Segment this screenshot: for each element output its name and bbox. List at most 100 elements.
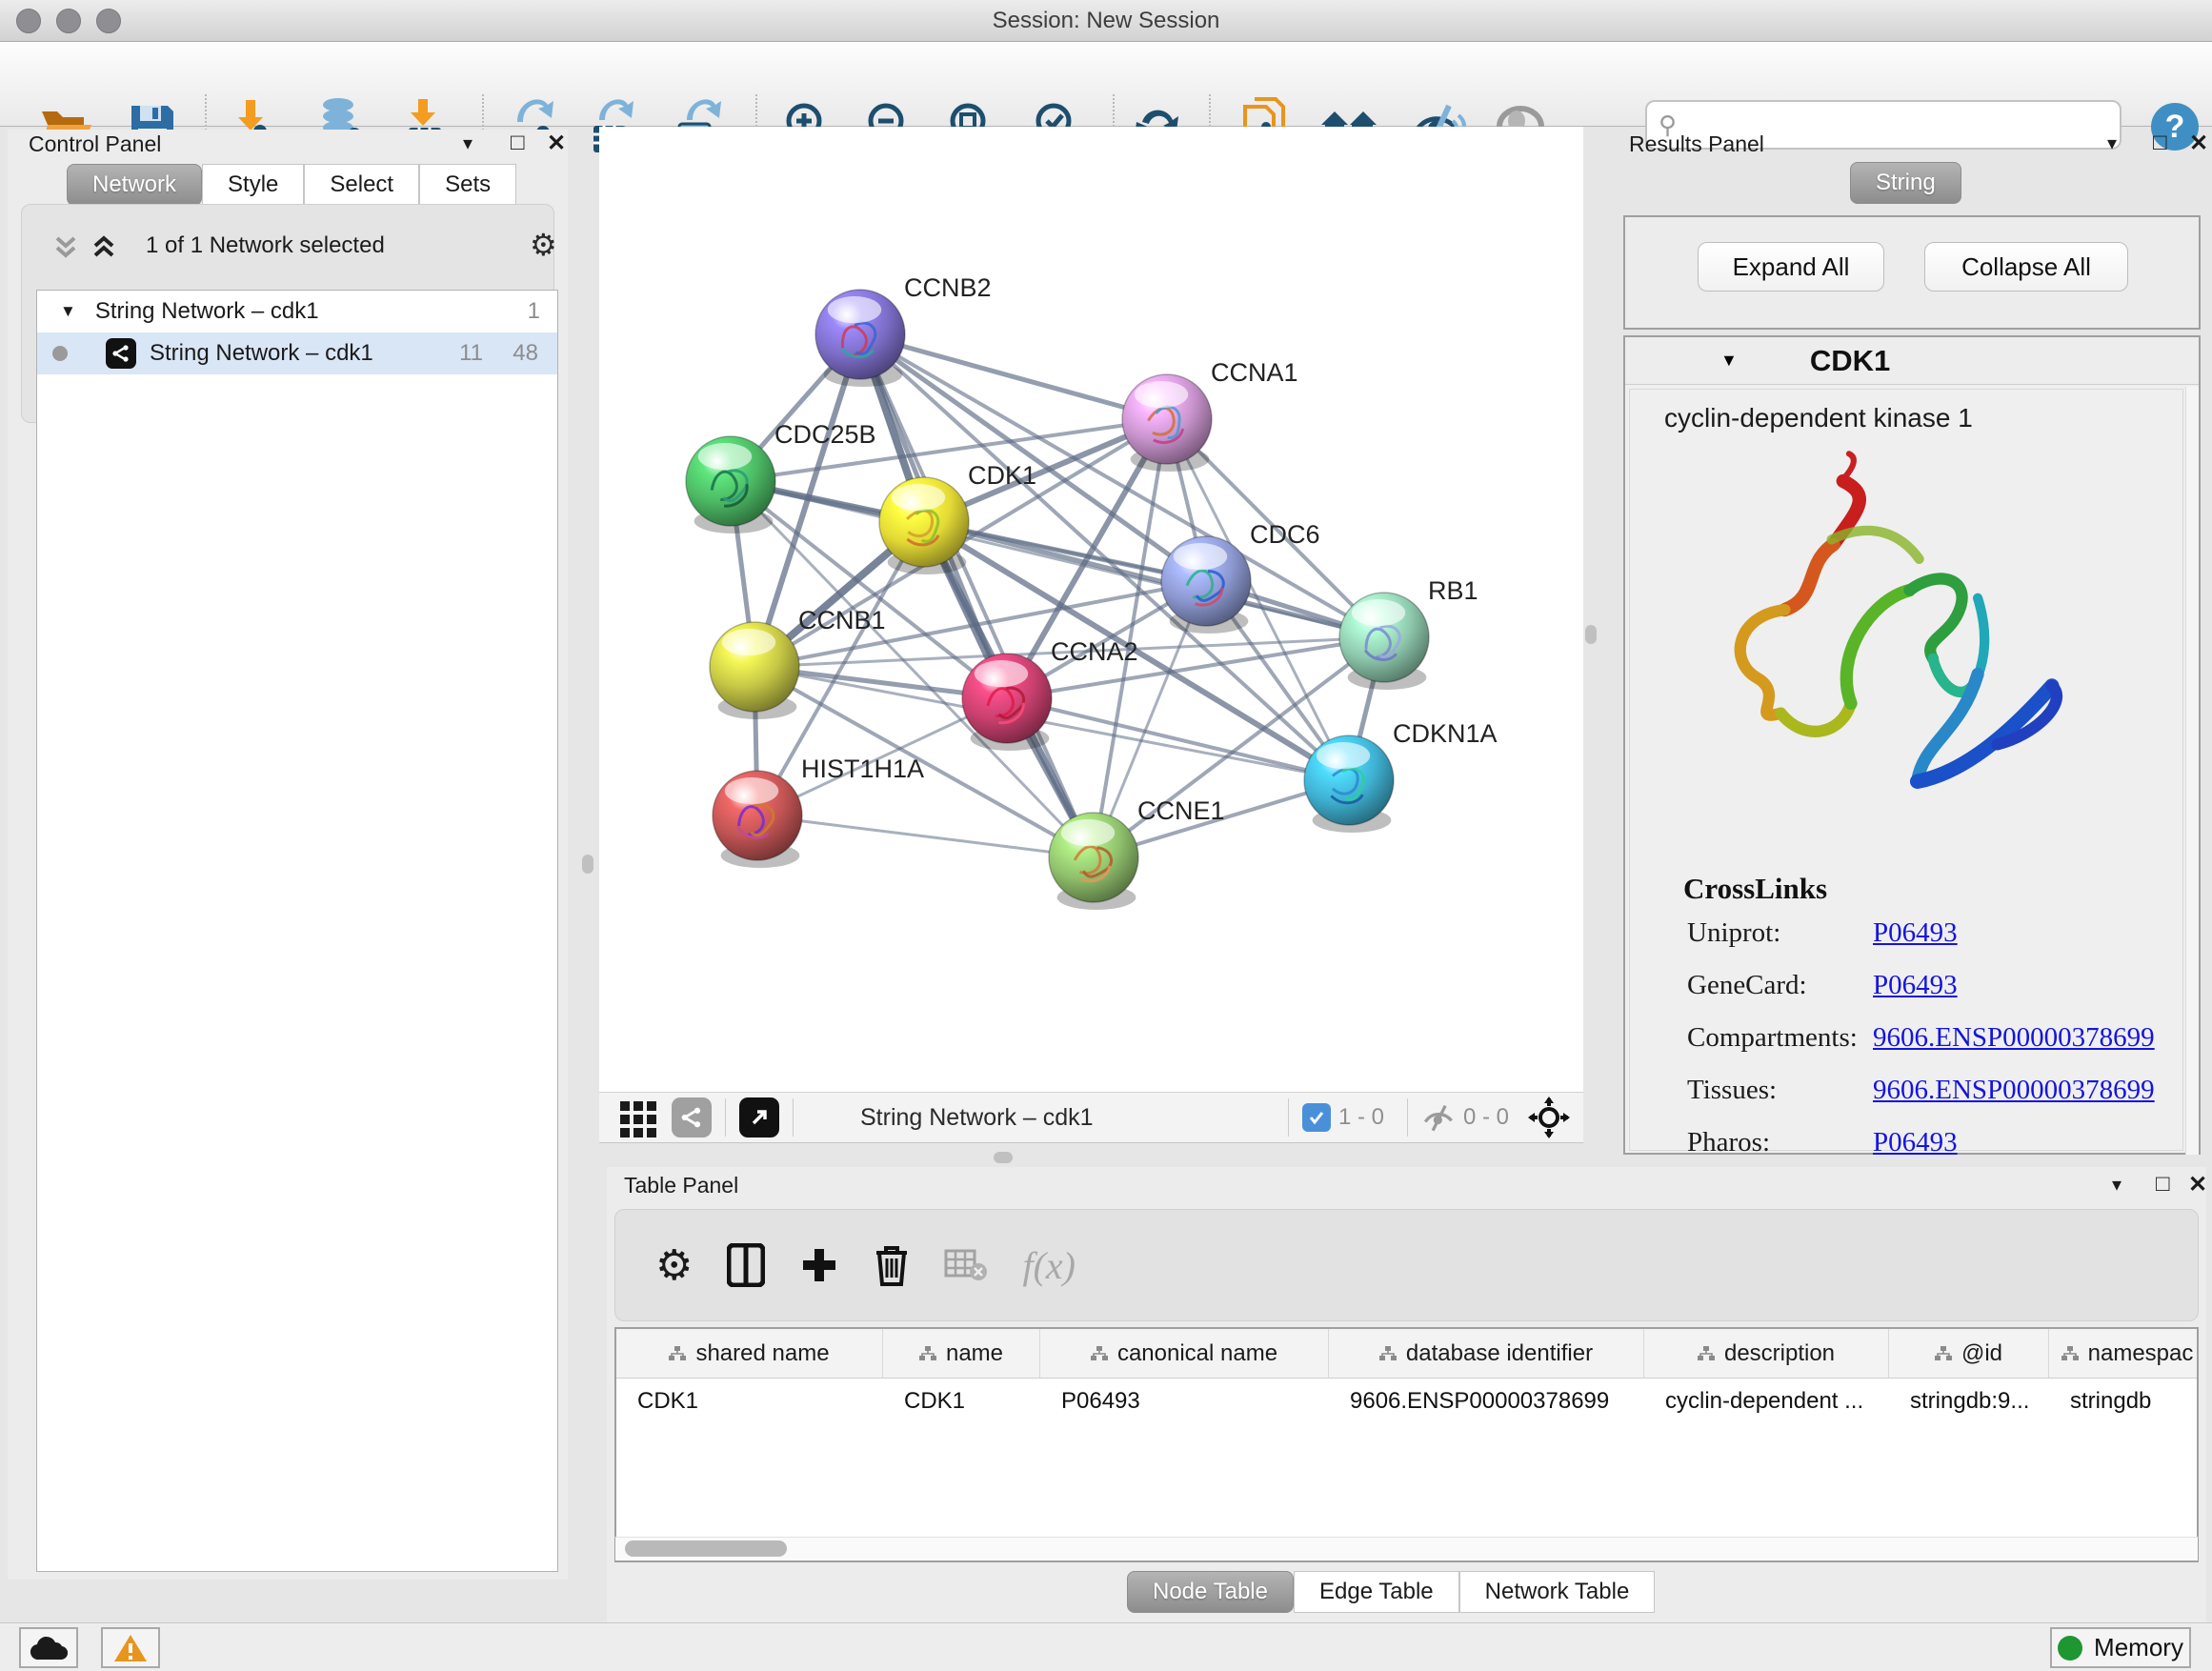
table-horizontal-scrollbar[interactable]	[614, 1537, 2199, 1561]
hidden-eye-icon[interactable]	[1421, 1103, 1456, 1132]
gene-description: cyclin-dependent kinase 1	[1630, 390, 2182, 433]
cloud-button[interactable]	[19, 1627, 78, 1668]
open-in-window-icon[interactable]	[739, 1097, 779, 1137]
collapse-panel-icon[interactable]: ▾	[2107, 131, 2117, 155]
table-cell[interactable]: stringdb:9...	[1889, 1379, 2049, 1424]
collapse-all-tree-icon[interactable]	[90, 232, 118, 261]
toolbar-separator	[725, 1098, 726, 1137]
node-label: CCNB1	[798, 606, 886, 634]
results-content-box: ▼ CDK1 cyclin-dependent kinase 1	[1623, 335, 2201, 1155]
table-row[interactable]: CDK1CDK1P064939606.ENSP00000378699cyclin…	[616, 1379, 2197, 1424]
delete-column-trash-icon[interactable]	[874, 1243, 910, 1287]
column-header-database-identifier[interactable]: database identifier	[1329, 1329, 1644, 1378]
tab-select[interactable]: Select	[304, 164, 419, 206]
network-node-CCNB2[interactable]: CCNB2	[815, 273, 992, 387]
title-bar: Session: New Session	[0, 0, 2212, 42]
column-header-namespac[interactable]: namespac	[2049, 1329, 2199, 1378]
tab-network[interactable]: Network	[67, 164, 202, 206]
show-columns-icon[interactable]	[727, 1243, 765, 1287]
network-collection-label: String Network – cdk1	[95, 298, 319, 325]
table-cell[interactable]: P06493	[1040, 1379, 1329, 1424]
tab-sets[interactable]: Sets	[419, 164, 516, 206]
network-node-HIST1H1A[interactable]: HIST1H1A	[713, 755, 924, 868]
close-panel-icon[interactable]: ✕	[2188, 1171, 2207, 1198]
warning-icon	[113, 1633, 148, 1663]
network-row[interactable]: String Network – cdk1 11 48	[37, 332, 557, 374]
tab-style[interactable]: Style	[202, 164, 304, 206]
close-panel-icon[interactable]: ✕	[2189, 130, 2208, 157]
network-share-icon[interactable]	[672, 1097, 712, 1137]
network-options-gear-icon[interactable]: ⚙	[530, 227, 557, 263]
network-collection-row[interactable]: ▼ String Network – cdk1 1	[37, 291, 557, 332]
node-count: 11	[459, 340, 483, 367]
expand-all-tree-icon[interactable]	[51, 232, 80, 261]
network-node-CCNA1[interactable]: CCNA1	[1122, 358, 1298, 472]
table-cell[interactable]: cyclin-dependent ...	[1644, 1379, 1889, 1424]
control-panel-title: Control Panel	[29, 131, 161, 157]
float-panel-icon[interactable]: □	[2156, 1171, 2170, 1198]
network-tree: ▼ String Network – cdk1 1 String Network…	[36, 290, 558, 1572]
network-canvas[interactable]: CCNB2CCNA1CDC25BCDK1CDC6RB1CCNB1CCNA2CDK…	[599, 127, 1583, 1092]
crosslink-label: GeneCard:	[1687, 970, 1807, 1001]
network-node-RB1[interactable]: RB1	[1339, 576, 1478, 690]
crosslink-value-link[interactable]: 9606.ENSP00000378699	[1873, 1075, 2155, 1106]
network-status-dot	[52, 346, 68, 361]
bottom-splitter-handle[interactable]	[994, 1152, 1013, 1163]
crosslink-value-link[interactable]: 9606.ENSP00000378699	[1873, 1022, 2155, 1054]
crosslinks-title: CrossLinks	[1683, 872, 2182, 906]
column-header-@id[interactable]: @id	[1889, 1329, 2049, 1378]
network-view-toolbar: String Network – cdk1 1 - 0 0 - 0	[599, 1092, 1583, 1143]
fit-content-crosshair-icon[interactable]	[1528, 1097, 1570, 1138]
gene-section-header[interactable]: ▼ CDK1	[1625, 337, 2199, 385]
function-builder-icon: f(x)	[1022, 1243, 1076, 1288]
control-panel: Control Panel ▾ □ ✕ NetworkStyleSelectSe…	[8, 130, 568, 1580]
network-node-CDKN1A[interactable]: CDKN1A	[1304, 719, 1498, 833]
node-label: CCNA2	[1051, 637, 1138, 666]
crosslink-value-link[interactable]: P06493	[1873, 970, 1958, 1001]
table-cell[interactable]: stringdb	[2049, 1379, 2199, 1424]
tab-network-table[interactable]: Network Table	[1459, 1571, 1656, 1613]
column-header-description[interactable]: description	[1644, 1329, 1889, 1378]
selected-checkbox-icon[interactable]	[1302, 1103, 1331, 1132]
table-cell[interactable]: CDK1	[883, 1379, 1040, 1424]
tree-expander-icon[interactable]: ▼	[60, 302, 76, 321]
expand-all-button[interactable]: Expand All	[1698, 242, 1884, 292]
close-panel-icon[interactable]: ✕	[547, 130, 566, 157]
results-panel-title: Results Panel	[1629, 131, 1764, 157]
section-expander-icon[interactable]: ▼	[1720, 351, 1738, 371]
memory-label: Memory	[2094, 1633, 2183, 1662]
birdseye-grid-icon[interactable]	[618, 1097, 658, 1137]
tab-string[interactable]: String	[1850, 162, 1961, 204]
column-header-canonical-name[interactable]: canonical name	[1040, 1329, 1329, 1378]
tab-node-table[interactable]: Node Table	[1127, 1571, 1294, 1613]
scrollbar-thumb[interactable]	[625, 1540, 787, 1557]
network-node-CDK1[interactable]: CDK1	[879, 461, 1036, 574]
column-type-icon	[919, 1345, 936, 1362]
network-type-icon	[106, 338, 136, 369]
results-scrollbar[interactable]	[2185, 387, 2199, 1155]
warnings-button[interactable]	[101, 1627, 160, 1668]
collapse-panel-icon[interactable]: ▾	[2112, 1173, 2122, 1197]
column-header-shared-name[interactable]: shared name	[616, 1329, 883, 1378]
float-panel-icon[interactable]: □	[2153, 130, 2167, 156]
table-toolbar: ⚙ f(x)	[614, 1209, 2199, 1321]
column-header-name[interactable]: name	[883, 1329, 1040, 1378]
memory-button[interactable]: Memory	[2050, 1627, 2191, 1668]
control-panel-tabs: NetworkStyleSelectSets	[67, 164, 516, 206]
tab-edge-table[interactable]: Edge Table	[1294, 1571, 1459, 1613]
collapse-all-button[interactable]: Collapse All	[1924, 242, 2128, 292]
table-cell[interactable]: 9606.ENSP00000378699	[1329, 1379, 1644, 1424]
network-edge[interactable]	[757, 815, 1094, 857]
add-column-plus-icon[interactable]	[799, 1245, 839, 1285]
left-splitter-handle[interactable]	[582, 855, 593, 874]
network-node-CDC25B[interactable]: CDC25B	[686, 420, 876, 534]
node-label: CCNE1	[1137, 796, 1225, 825]
crosslink-value-link[interactable]: P06493	[1873, 1127, 1958, 1158]
table-settings-gear-icon[interactable]: ⚙	[655, 1241, 693, 1290]
float-panel-icon[interactable]: □	[511, 130, 525, 156]
network-view-title: String Network – cdk1	[860, 1104, 1094, 1132]
collapse-panel-icon[interactable]: ▾	[463, 131, 473, 155]
window-title: Session: New Session	[0, 8, 2212, 34]
table-cell[interactable]: CDK1	[616, 1379, 883, 1424]
crosslink-value-link[interactable]: P06493	[1873, 917, 1958, 949]
